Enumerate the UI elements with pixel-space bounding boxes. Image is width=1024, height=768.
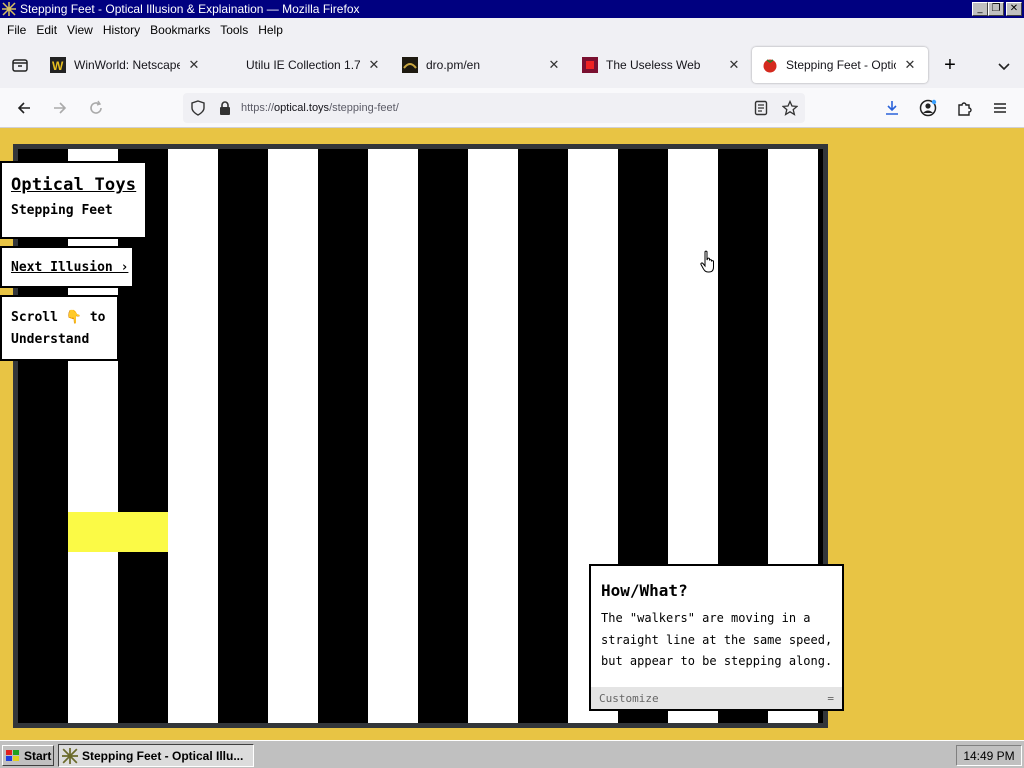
start-label: Start xyxy=(24,748,52,763)
hamburger-menu-icon xyxy=(994,103,1006,113)
tab-label: The Useless Web xyxy=(606,58,701,72)
arrow-left-icon xyxy=(17,101,30,114)
downloads-button[interactable] xyxy=(876,92,908,124)
list-all-tabs-button[interactable] xyxy=(992,54,1016,78)
svg-text:W: W xyxy=(52,59,64,73)
site-logo-link[interactable]: Optical Toys xyxy=(11,175,145,195)
app-menu-button[interactable] xyxy=(984,92,1016,124)
taskbar-button-label: Stepping Feet - Optical Illu... xyxy=(82,748,244,763)
next-illusion-link[interactable]: Next Illusion › xyxy=(0,246,134,288)
shield-icon[interactable] xyxy=(190,100,206,116)
menu-history[interactable]: History xyxy=(98,23,145,37)
chevron-down-icon xyxy=(998,63,1010,71)
lock-icon[interactable] xyxy=(217,100,233,116)
dro-icon xyxy=(402,57,418,73)
close-tab-icon[interactable]: ✕ xyxy=(546,57,562,73)
useless-web-icon xyxy=(582,57,598,73)
menu-bookmarks[interactable]: Bookmarks xyxy=(145,23,215,37)
explanation-heading: How/What? xyxy=(601,581,688,600)
page-viewport: Optical Toys Stepping Feet Next Illusion… xyxy=(0,128,1024,740)
firefox-view-button[interactable] xyxy=(0,42,40,88)
windows-logo-icon xyxy=(6,749,19,761)
maximize-button[interactable]: ❐ xyxy=(988,2,1004,16)
system-clock: 14:49 PM xyxy=(956,745,1022,766)
tab-dro[interactable]: dro.pm/en ✕ xyxy=(392,47,572,83)
new-tab-button[interactable]: + xyxy=(932,47,968,83)
navigation-toolbar: https://optical.toys/stepping-feet/ xyxy=(0,88,1024,128)
customize-bar[interactable]: Customize = xyxy=(591,687,842,709)
close-tab-icon[interactable]: ✕ xyxy=(902,57,918,73)
tab-stepping-feet[interactable]: Stepping Feet - Optical Illu ✕ xyxy=(752,47,928,83)
scroll-hint-text: Understand xyxy=(11,332,90,347)
url-path: /stepping-feet/ xyxy=(329,102,399,114)
firefox-app-icon xyxy=(62,747,78,764)
firefox-view-icon xyxy=(12,59,28,72)
menu-edit[interactable]: Edit xyxy=(31,23,62,37)
illusion-stripe xyxy=(268,149,318,723)
firefox-app-icon xyxy=(2,2,16,16)
explanation-text: The "walkers" are moving in a straight l… xyxy=(601,611,833,668)
tab-label: Utilu IE Collection 1.7.2.1 | xyxy=(246,58,360,72)
tab-useless-web[interactable]: The Useless Web ✕ xyxy=(572,47,752,83)
window-title: Stepping Feet - Optical Illusion & Expla… xyxy=(20,2,360,16)
reload-icon xyxy=(90,100,102,114)
bookmark-star-icon[interactable] xyxy=(782,100,798,116)
page-title: Stepping Feet xyxy=(11,203,113,218)
reload-button[interactable] xyxy=(80,92,112,124)
arrow-right-icon xyxy=(54,101,67,114)
explanation-panel: How/What? The "walkers" are moving in a … xyxy=(589,564,844,711)
scroll-hint-card: Scroll 👇 to Understand xyxy=(0,295,119,361)
back-button[interactable] xyxy=(8,92,40,124)
tab-strip: W WinWorld: Netscape 7.2 | ✕ Utilu IE Co… xyxy=(0,42,1024,88)
close-window-button[interactable]: ✕ xyxy=(1006,2,1022,16)
customize-label: Customize xyxy=(599,691,659,705)
reader-view-icon[interactable] xyxy=(753,100,769,116)
menu-tools[interactable]: Tools xyxy=(215,23,253,37)
start-button[interactable]: Start xyxy=(2,745,54,766)
menu-view[interactable]: View xyxy=(62,23,98,37)
yellow-walker xyxy=(68,512,168,552)
close-tab-icon[interactable]: ✕ xyxy=(366,57,382,73)
close-tab-icon[interactable]: ✕ xyxy=(726,57,742,73)
url-host: optical.toys xyxy=(274,102,330,114)
forward-button[interactable] xyxy=(44,92,76,124)
illusion-stripe xyxy=(368,149,418,723)
scroll-hint-text: to xyxy=(89,310,106,325)
tab-label: WinWorld: Netscape 7.2 | xyxy=(74,58,180,72)
tab-utilu[interactable]: Utilu IE Collection 1.7.2.1 | ✕ xyxy=(212,47,392,83)
close-tab-icon[interactable]: ✕ xyxy=(186,57,202,73)
url-prefix: https:// xyxy=(241,102,275,114)
blank-icon xyxy=(222,57,238,73)
illusion-stripe xyxy=(168,149,218,723)
tab-label: Stepping Feet - Optical Illu xyxy=(786,58,896,72)
taskbar: Start Stepping Feet - Optical Illu... 14… xyxy=(0,740,1024,768)
menu-file[interactable]: File xyxy=(2,23,31,37)
winworld-icon: W xyxy=(50,57,66,73)
window-titlebar[interactable]: Stepping Feet - Optical Illusion & Expla… xyxy=(0,0,1024,18)
url-bar[interactable]: https://optical.toys/stepping-feet/ xyxy=(183,93,805,123)
account-icon xyxy=(919,99,937,117)
drag-handle-icon[interactable]: = xyxy=(827,692,834,705)
taskbar-button-firefox[interactable]: Stepping Feet - Optical Illu... xyxy=(58,744,254,767)
tab-label: dro.pm/en xyxy=(426,58,481,72)
tab-winworld[interactable]: W WinWorld: Netscape 7.2 | ✕ xyxy=(40,47,212,83)
hand-pointer-cursor-icon xyxy=(700,250,714,273)
url-text[interactable]: https://optical.toys/stepping-feet/ xyxy=(241,102,399,114)
pointing-down-hand-icon: 👇 xyxy=(65,310,82,325)
minimize-button[interactable]: _ xyxy=(972,2,988,16)
brand-card: Optical Toys Stepping Feet xyxy=(0,161,147,239)
tomato-icon xyxy=(762,57,778,73)
scroll-hint-text: Scroll xyxy=(11,310,58,325)
extensions-button[interactable] xyxy=(948,92,980,124)
menu-bar: File Edit View History Bookmarks Tools H… xyxy=(0,18,1024,42)
download-icon xyxy=(886,101,898,115)
menu-help[interactable]: Help xyxy=(253,23,288,37)
account-button[interactable] xyxy=(912,92,944,124)
illusion-stripe xyxy=(468,149,518,723)
puzzle-icon xyxy=(958,102,972,116)
